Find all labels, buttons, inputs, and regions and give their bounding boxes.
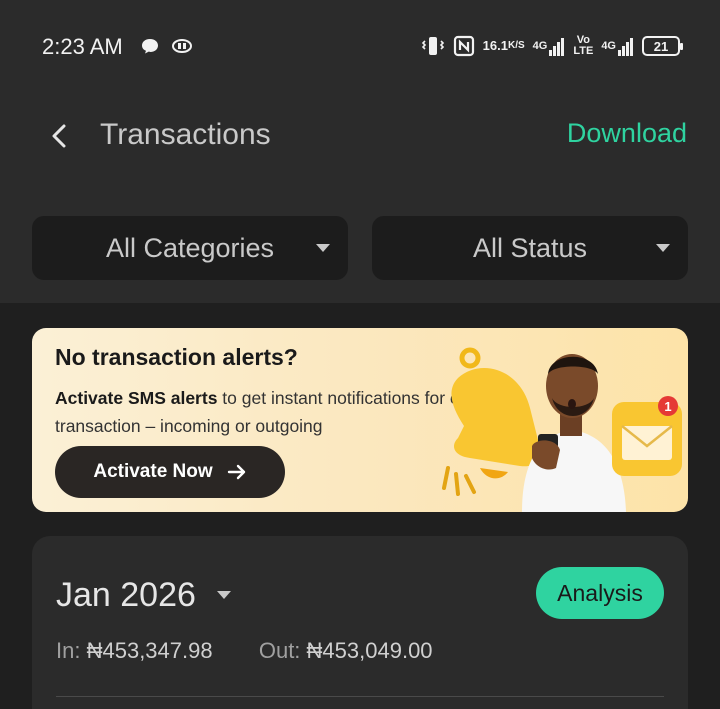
in-out-summary: In: ₦453,347.98 Out: ₦453,049.00 (56, 638, 433, 664)
caret-down-icon[interactable] (217, 591, 231, 599)
month-selector[interactable]: Jan 2026 (56, 576, 196, 615)
in-label: In: (56, 638, 81, 663)
month-summary-card: Jan 2026 Analysis In: ₦453,347.98 Out: ₦… (32, 536, 688, 709)
status-filter-label: All Status (472, 232, 588, 263)
network-speed: 16.1 K/S (482, 38, 525, 53)
nfc-icon (453, 35, 474, 57)
caret-down-icon (316, 244, 330, 252)
caret-down-icon (656, 244, 670, 252)
chat-bubble-icon (142, 39, 158, 54)
volte-indicator: Vo LTE (573, 34, 594, 57)
banner-text-bold: Activate SMS alerts (55, 388, 218, 408)
signal-4g-1: 4G (533, 36, 566, 56)
out-label: Out: (258, 638, 301, 663)
sms-alert-banner[interactable]: No transaction alerts? Activate SMS aler… (32, 328, 688, 512)
arrow-right-icon (227, 464, 245, 480)
back-arrow-icon[interactable] (48, 122, 72, 150)
status-bar: 2:23 AM 16.1 K/S 4G Vo LTE 4G 21 (0, 0, 720, 95)
category-filter-dropdown[interactable]: All Categories (32, 216, 348, 280)
status-filter-dropdown[interactable]: All Status (372, 216, 688, 280)
analysis-button[interactable]: Analysis (536, 567, 664, 619)
signal-bars-icon (549, 38, 565, 56)
notification-count: 1 (664, 399, 671, 414)
page-title: Transactions (100, 118, 271, 151)
vibrate-icon (421, 37, 444, 55)
out-value: ₦453,049.00 (306, 638, 433, 663)
signal-4g-2: 4G (601, 36, 634, 56)
notification-app-icon (172, 39, 192, 53)
download-button[interactable]: Download (567, 118, 687, 149)
activate-now-label: Activate Now (93, 461, 213, 482)
signal-bars-icon-2 (618, 38, 633, 56)
category-filter-label: All Categories (105, 232, 275, 263)
activate-now-button[interactable]: Activate Now (55, 446, 285, 498)
envelope-notification-icon: 1 (612, 396, 682, 476)
divider (56, 696, 664, 697)
status-time: 2:23 AM (42, 34, 123, 59)
in-value: ₦453,347.98 (86, 638, 213, 663)
system-icons: 16.1 K/S 4G Vo LTE 4G 21 (421, 30, 683, 62)
banner-title: No transaction alerts? (55, 344, 298, 370)
battery-icon: 21 (642, 36, 683, 56)
